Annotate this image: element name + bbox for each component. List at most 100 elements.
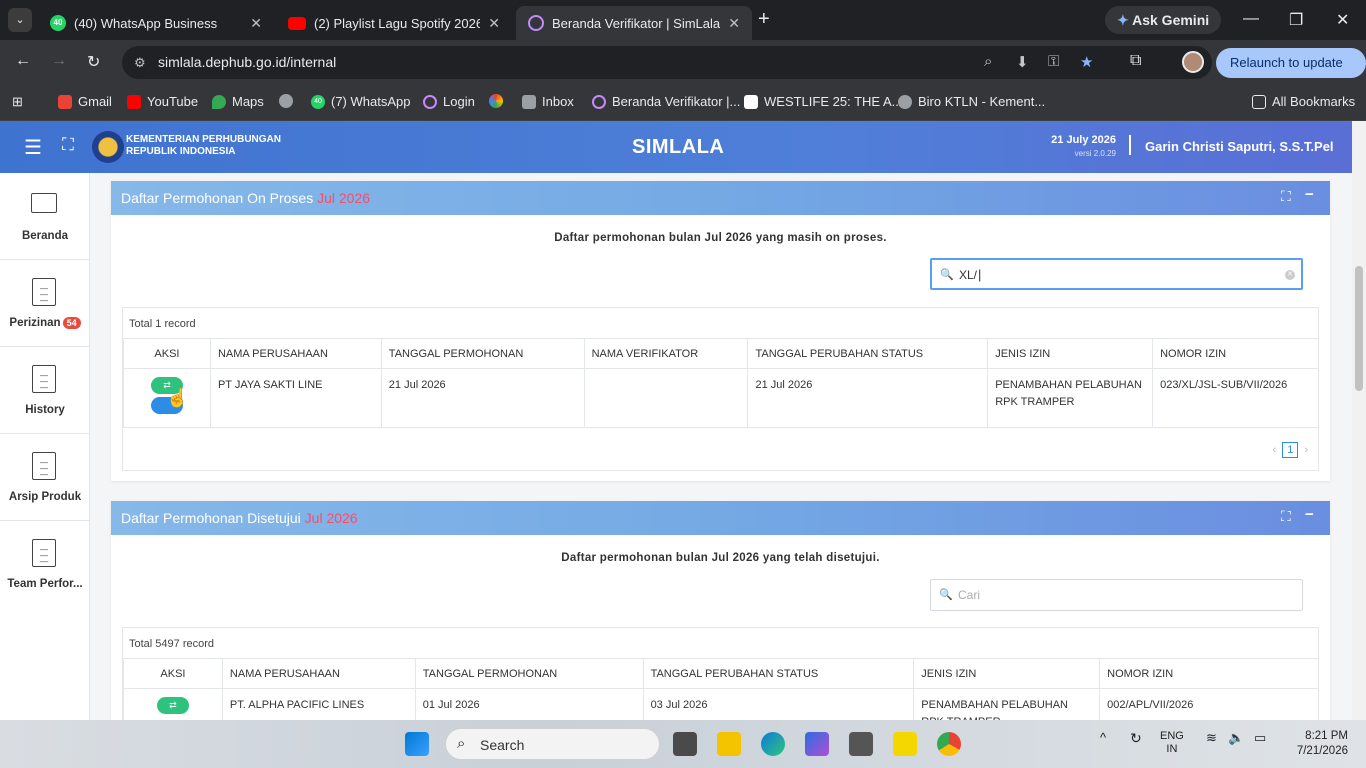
bookmark-star-icon[interactable]: ★ [1080,53,1093,71]
expand-icon[interactable]: ⛶ [1281,508,1291,525]
column-header[interactable]: TANGGAL PERMOHONAN [380,338,585,369]
install-icon[interactable]: ⬇ [1016,53,1029,71]
column-header[interactable]: NAMA PERUSAHAAN [209,338,382,369]
scrollbar-thumb[interactable] [1355,266,1363,391]
edge-icon[interactable] [761,732,785,756]
sidebar-item-arsip-produk[interactable]: — — — Arsip Produk [0,434,90,521]
tab-search-button[interactable]: ⌄ [8,8,32,32]
new-tab-icon[interactable]: + [758,8,770,31]
sidebar-item-history[interactable]: — — — History [0,347,90,434]
bookmark-maps[interactable]: Maps [212,94,264,109]
column-header[interactable]: NAMA VERIFIKATOR [583,338,749,369]
sidebar-item-perizinan[interactable]: — — — Perizinan 54 [0,260,90,347]
bookmark-beranda[interactable]: Beranda Verifikator |... [592,94,740,109]
bookmark-label: Inbox [542,94,574,109]
bookmark-label: Login [443,94,475,109]
close-window-icon[interactable]: ✕ [1336,10,1349,30]
address-bar[interactable]: ⚙ simlala.dephub.go.id/internal ⌕ ⬇ ⚿ ★ [122,46,1212,79]
back-icon[interactable]: ← [15,52,31,70]
bookmark-youtube[interactable]: YouTube [127,94,198,109]
sticky-notes-icon[interactable] [893,732,917,756]
column-header[interactable]: AKSI [123,338,211,369]
site-info-icon[interactable]: ⚙ [134,55,146,71]
system-clock[interactable]: 8:21 PM 7/21/2026 [1290,729,1348,759]
column-header[interactable]: NOMOR IZIN [1099,658,1319,689]
minimize-panel-icon[interactable]: − [1305,186,1314,203]
bookmark-globe[interactable] [279,94,293,108]
page-number[interactable]: 1 [1282,442,1299,458]
ministry-logo [92,131,124,163]
file-explorer-icon[interactable] [717,732,741,756]
column-header[interactable]: AKSI [123,658,223,689]
ask-gemini-button[interactable]: ✦ Ask Gemini [1105,6,1222,34]
bookmark-westlife[interactable]: WESTLIFE 25: THE A... [744,94,902,109]
all-bookmarks[interactable]: All Bookmarks [1252,94,1355,109]
chrome-icon[interactable] [937,732,961,756]
bookmark-inbox[interactable]: Inbox [522,94,574,109]
forward-icon[interactable]: → [51,52,67,70]
bookmark-gmail[interactable]: Gmail [58,94,112,109]
minimize-icon[interactable]: — [1243,10,1259,28]
clear-search-icon[interactable]: ✕ [1285,270,1295,280]
reload-icon[interactable]: ↻ [87,52,100,72]
column-header[interactable]: TANGGAL PERUBAHAN STATUS [747,338,989,369]
relaunch-button[interactable]: Relaunch to update ⋮ [1216,48,1366,100]
apps-grid-icon[interactable]: ⊞ [12,94,23,110]
chevron-up-icon[interactable]: ^ [1100,730,1106,745]
column-header[interactable]: NOMOR IZIN [1152,338,1319,369]
gemini-icon: ✦ [1117,12,1129,28]
user-name[interactable]: Garin Christi Saputri, S.S.T.Pel [1145,139,1334,154]
close-tab-icon[interactable]: ✕ [728,15,740,32]
expand-icon[interactable]: ⛶ [1281,188,1291,205]
column-header[interactable]: NAMA PERUSAHAAN [221,658,416,689]
url-text[interactable]: simlala.dephub.go.id/internal [158,54,336,70]
volume-icon[interactable]: 🔈 [1228,730,1244,746]
wifi-icon[interactable]: ≋ [1206,730,1217,746]
panel-title: Daftar Permohonan On Proses Jul 2026 [121,190,370,206]
search-input[interactable]: 🔍 XL/| ✕ [930,258,1303,290]
clock-time: 8:21 PM [1305,730,1348,742]
process-button[interactable]: ⇄ [156,697,189,714]
zoom-icon[interactable]: ⌕ [984,53,992,70]
monitor-icon [31,193,57,213]
close-tab-icon[interactable]: ✕ [250,15,262,32]
next-page-icon[interactable]: › [1304,444,1308,456]
search-value[interactable]: XL/ [959,268,977,282]
bookmark-whatsapp[interactable]: 40 (7) WhatsApp [311,94,410,109]
globe-icon [898,94,912,109]
battery-icon[interactable]: ▭ [1254,730,1266,746]
sidebar-item-team-performance[interactable]: — — — Team Perfor... [0,521,90,608]
task-view-icon[interactable] [673,732,697,756]
bookmark-photos[interactable] [489,94,503,108]
restore-icon[interactable]: ❐ [1289,10,1303,30]
camera-icon[interactable] [849,732,873,756]
language-indicator[interactable]: ENG IN [1160,730,1184,756]
tab-whatsapp[interactable]: 40 (40) WhatsApp Business ✕ [38,6,274,40]
sync-icon[interactable]: ↻ [1130,730,1142,747]
bookmark-label: All Bookmarks [1272,94,1356,109]
page-scrollbar[interactable] [1352,121,1366,720]
fullscreen-icon[interactable]: ⛶ [62,135,74,155]
column-header[interactable]: TANGGAL PERUBAHAN STATUS [642,658,915,689]
sidebar-item-beranda[interactable]: Beranda [0,173,90,260]
search-input[interactable]: 🔍 Cari [930,579,1303,611]
extensions-icon[interactable]: ⧉ [1130,52,1141,70]
minimize-panel-icon[interactable]: − [1305,506,1314,523]
windows-start-icon[interactable] [405,732,429,756]
profile-avatar[interactable] [1182,51,1204,73]
close-tab-icon[interactable]: ✕ [488,15,500,32]
tab-youtube[interactable]: (2) Playlist Lagu Spotify 2026 Te ✕ [276,6,512,40]
document-icon: — — — [32,365,56,393]
column-header[interactable]: TANGGAL PERMOHONAN [414,658,644,689]
column-header[interactable]: JENIS IZIN [987,338,1154,369]
copilot-icon[interactable] [805,732,829,756]
prev-page-icon[interactable]: ‹ [1273,444,1277,456]
column-header[interactable]: JENIS IZIN [913,658,1101,689]
taskbar-search[interactable]: ⌕ Search [445,728,660,760]
bookmark-ktln[interactable]: Biro KTLN - Kement... [898,94,1045,109]
bookmark-login[interactable]: Login [423,94,475,109]
password-key-icon[interactable]: ⚿ [1048,53,1059,70]
tab-simlala[interactable]: Beranda Verifikator | SimLala ✕ [516,6,752,40]
search-placeholder[interactable]: Cari [958,588,980,602]
menu-icon[interactable]: ☰ [24,135,42,160]
